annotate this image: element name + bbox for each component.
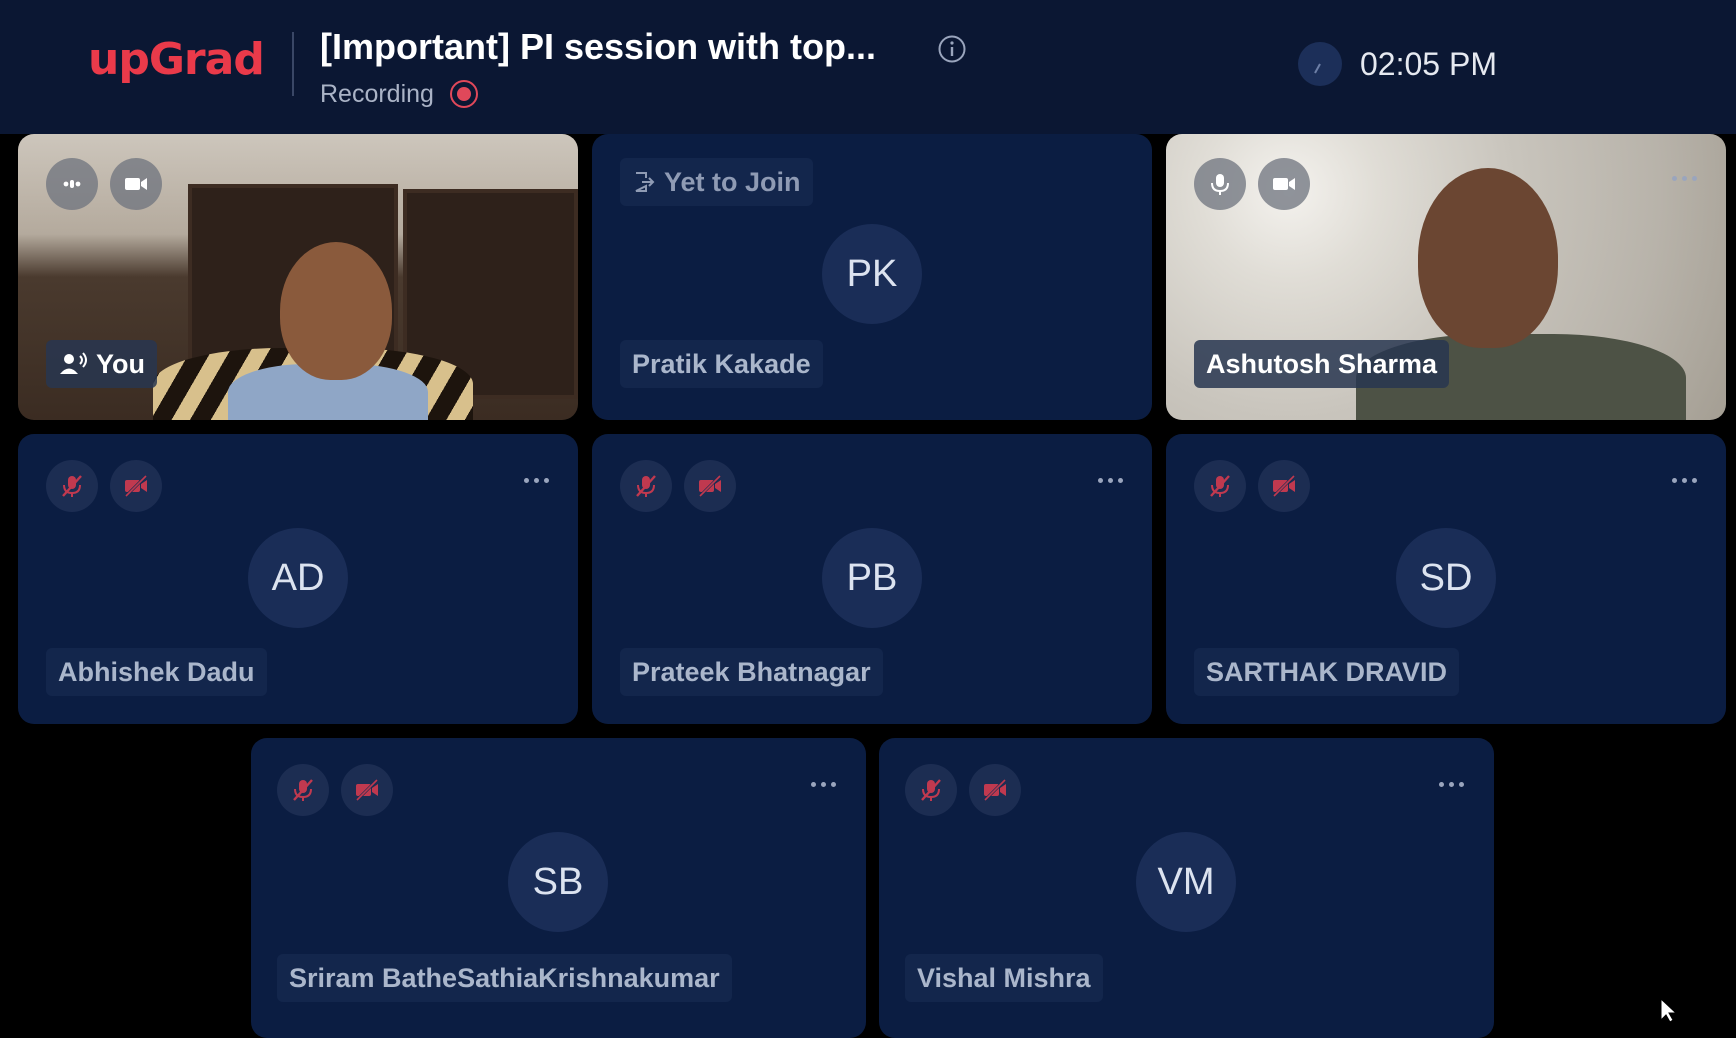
person-head xyxy=(280,242,392,380)
participant-name: Prateek Bhatnagar xyxy=(620,648,883,696)
camera-off-button xyxy=(1258,460,1310,512)
camera-off-icon xyxy=(355,778,379,802)
mic-off-icon xyxy=(293,779,313,801)
clock-time: 02:05 PM xyxy=(1360,46,1497,82)
upgrad-logo: upGrad xyxy=(88,34,265,85)
top-bar: upGrad [Important] PI session with top..… xyxy=(0,0,1736,134)
avatar: VM xyxy=(1136,832,1236,932)
camera-off-icon xyxy=(124,474,148,498)
camera-off-icon xyxy=(698,474,722,498)
participant-name: Vishal Mishra xyxy=(905,954,1103,1002)
header-divider xyxy=(292,32,294,96)
camera-icon xyxy=(125,178,147,190)
mic-button[interactable] xyxy=(1194,158,1246,210)
camera-icon xyxy=(1273,178,1295,190)
mic-muted-button xyxy=(1194,460,1246,512)
camera-off-button xyxy=(684,460,736,512)
mic-off-icon xyxy=(636,475,656,497)
mic-muted-button xyxy=(620,460,672,512)
camera-off-button xyxy=(110,460,162,512)
mic-off-icon xyxy=(62,475,82,497)
mic-icon xyxy=(1211,174,1229,195)
mic-off-icon xyxy=(1210,475,1230,497)
mic-muted-button xyxy=(905,764,957,816)
avatar: AD xyxy=(248,528,348,628)
more-options-button[interactable] xyxy=(1664,168,1704,188)
avatar: PB xyxy=(822,528,922,628)
avatar: SD xyxy=(1396,528,1496,628)
camera-off-icon xyxy=(1272,474,1296,498)
participant-tile[interactable]: Yet to Join PK Pratik Kakade xyxy=(592,134,1152,420)
info-icon[interactable] xyxy=(937,34,967,64)
more-options-button[interactable] xyxy=(516,470,556,490)
camera-off-button xyxy=(341,764,393,816)
more-options-button[interactable] xyxy=(1090,470,1130,490)
recording-indicator-icon xyxy=(450,80,478,108)
participant-tile-you[interactable]: You xyxy=(18,134,578,420)
camera-off-button xyxy=(969,764,1021,816)
audio-level-icon xyxy=(63,180,81,188)
camera-off-icon xyxy=(983,778,1007,802)
avatar: PK xyxy=(822,224,922,324)
participant-tile[interactable]: VM Vishal Mishra xyxy=(879,738,1494,1038)
mouse-cursor-icon xyxy=(1660,998,1678,1022)
mic-muted-button xyxy=(46,460,98,512)
participant-tile[interactable]: AD Abhishek Dadu xyxy=(18,434,578,724)
yet-to-join-badge: Yet to Join xyxy=(620,158,813,206)
participant-name-tag: You xyxy=(46,340,157,388)
exit-door-icon xyxy=(635,172,655,192)
person-head xyxy=(1418,168,1558,348)
participant-name: Pratik Kakade xyxy=(620,340,823,388)
clock-icon xyxy=(1298,42,1342,86)
camera-button[interactable] xyxy=(110,158,162,210)
participant-tile[interactable]: PB Prateek Bhatnagar xyxy=(592,434,1152,724)
more-options-button[interactable] xyxy=(1431,774,1471,794)
participant-name: Ashutosh Sharma xyxy=(1194,340,1450,388)
more-options-button[interactable] xyxy=(803,774,843,794)
participant-name: Sriram BatheSathiaKrishnakumar xyxy=(277,954,732,1002)
yet-to-join-label: Yet to Join xyxy=(664,167,801,197)
mic-muted-button xyxy=(277,764,329,816)
avatar: SB xyxy=(508,832,608,932)
mic-off-icon xyxy=(921,779,941,801)
participant-name: You xyxy=(96,349,145,379)
participant-name: SARTHAK DRAVID xyxy=(1194,648,1459,696)
participant-tile[interactable]: SD SARTHAK DRAVID xyxy=(1166,434,1726,724)
participant-tile[interactable]: SB Sriram BatheSathiaKrishnakumar xyxy=(251,738,866,1038)
camera-button[interactable] xyxy=(1258,158,1310,210)
participant-name: Abhishek Dadu xyxy=(46,648,267,696)
audio-level-button[interactable] xyxy=(46,158,98,210)
session-title: [Important] PI session with top... xyxy=(320,26,877,67)
speaking-user-icon xyxy=(60,352,87,374)
participant-tile[interactable]: Ashutosh Sharma xyxy=(1166,134,1726,420)
recording-label: Recording xyxy=(320,80,434,108)
more-options-button[interactable] xyxy=(1664,470,1704,490)
